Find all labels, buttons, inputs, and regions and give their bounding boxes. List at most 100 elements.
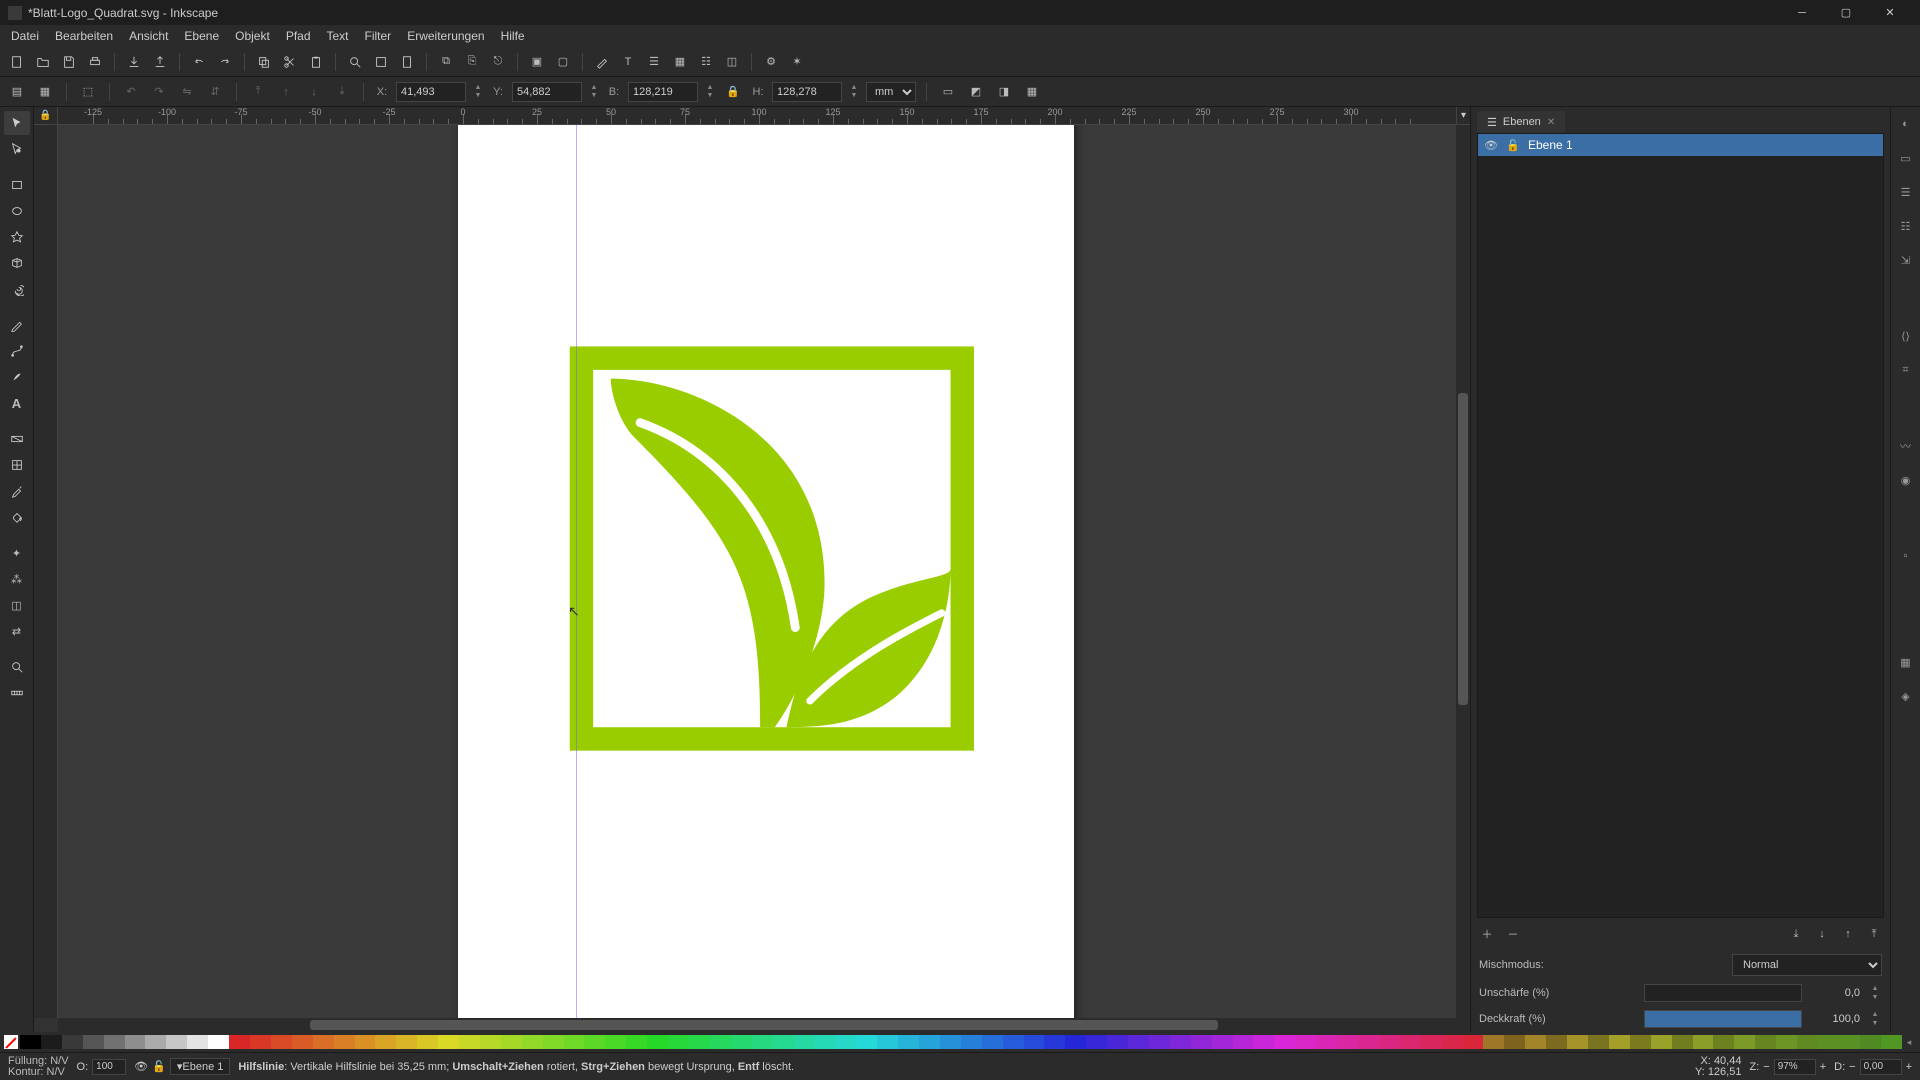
color-swatch[interactable] [417,1035,438,1049]
layer-up-button[interactable]: ↑ [1838,924,1858,944]
color-swatch[interactable] [1860,1035,1881,1049]
h-scroll-thumb[interactable] [310,1020,1219,1030]
guide-lock-icon[interactable]: 🔒 [39,110,51,121]
horizontal-scrollbar[interactable] [58,1018,1456,1032]
layer-bottom-button[interactable]: ⤓ [1786,924,1806,944]
opacity-slider[interactable] [1644,1010,1803,1028]
y-spinner[interactable]: ▲▼ [588,84,600,100]
rotate-ccw-icon[interactable]: ↶ [120,81,142,103]
color-swatch[interactable] [1839,1035,1860,1049]
color-swatch[interactable] [480,1035,501,1049]
maximize-button[interactable]: ▢ [1824,0,1868,25]
menu-layer[interactable]: Ebene [177,27,226,45]
save-button[interactable] [58,51,80,73]
menu-object[interactable]: Objekt [228,27,277,45]
remove-layer-button[interactable]: － [1503,924,1523,944]
add-layer-button[interactable]: ＋ [1477,924,1497,944]
fill-stroke-button[interactable] [591,51,613,73]
color-swatch[interactable] [731,1035,752,1049]
lower-icon[interactable]: ↓ [303,81,325,103]
opacity-ind-input[interactable] [92,1059,126,1075]
vertical-ruler[interactable] [34,125,58,1018]
color-swatch[interactable] [41,1035,62,1049]
color-swatch[interactable] [773,1035,794,1049]
toggle-selection-icon[interactable]: ⬚ [77,81,99,103]
color-swatch[interactable] [1442,1035,1463,1049]
color-swatch[interactable] [1003,1035,1024,1049]
dock-fill-stroke-icon[interactable]: ◐ [1895,113,1917,135]
dock-xml-icon[interactable]: ⟨⟩ [1895,325,1917,347]
color-swatch[interactable] [334,1035,355,1049]
3dbox-tool[interactable] [4,251,30,275]
ruler-options-icon[interactable]: ▾ [1456,107,1470,125]
menu-path[interactable]: Pfad [279,27,318,45]
dock-selectors-icon[interactable]: ⌗ [1895,359,1917,381]
flip-h-icon[interactable]: ⇋ [176,81,198,103]
color-swatch[interactable] [166,1035,187,1049]
zoom-page-button[interactable] [396,51,418,73]
spray-tool[interactable]: ⁂ [4,567,30,591]
color-swatch[interactable] [501,1035,522,1049]
zoom-input[interactable] [1774,1059,1816,1075]
color-swatch[interactable] [647,1035,668,1049]
menu-help[interactable]: Hilfe [494,27,532,45]
select-all-layers-icon[interactable]: ▤ [6,81,28,103]
open-button[interactable] [32,51,54,73]
color-swatch[interactable] [1546,1035,1567,1049]
color-swatch[interactable] [543,1035,564,1049]
layer-down-button[interactable]: ↓ [1812,924,1832,944]
color-swatch[interactable] [145,1035,166,1049]
horizontal-ruler[interactable]: -125-100-75-50-2502550751001251501752002… [58,107,1456,125]
layers-button[interactable]: ☰ [643,51,665,73]
color-swatch[interactable] [668,1035,689,1049]
menu-filters[interactable]: Filter [358,27,399,45]
h-spinner[interactable]: ▲▼ [848,84,860,100]
affect-corners-icon[interactable]: ◩ [965,81,987,103]
color-swatch[interactable] [1400,1035,1421,1049]
layer-top-button[interactable]: ⤒ [1864,924,1884,944]
close-tab-icon[interactable]: ✕ [1547,117,1555,128]
affect-stroke-icon[interactable]: ▭ [937,81,959,103]
color-swatch[interactable] [1567,1035,1588,1049]
color-swatch[interactable] [1233,1035,1254,1049]
affect-gradient-icon[interactable]: ◨ [993,81,1015,103]
color-swatch[interactable] [1065,1035,1086,1049]
layer-lock-status-icon[interactable]: 🔓 [152,1060,166,1073]
rotate-minus-icon[interactable]: − [1849,1061,1855,1073]
ellipse-tool[interactable] [4,199,30,223]
color-swatch[interactable] [83,1035,104,1049]
spiral-tool[interactable] [4,277,30,301]
color-swatch[interactable] [292,1035,313,1049]
color-swatch[interactable] [794,1035,815,1049]
color-swatch[interactable] [1630,1035,1651,1049]
rect-tool[interactable] [4,173,30,197]
color-swatch[interactable] [1379,1035,1400,1049]
cut-button[interactable] [279,51,301,73]
color-swatch[interactable] [710,1035,731,1049]
unit-select[interactable]: mm [866,82,916,102]
color-swatch[interactable] [313,1035,334,1049]
select-all-icon[interactable]: ▦ [34,81,56,103]
h-input[interactable] [772,82,842,102]
color-swatch[interactable] [1713,1035,1734,1049]
xml-button[interactable]: ▦ [669,51,691,73]
color-swatch[interactable] [1024,1035,1045,1049]
color-swatch[interactable] [1316,1035,1337,1049]
current-layer-label[interactable]: ▾Ebene 1 [170,1058,231,1075]
layer-visibility-icon[interactable]: 👁 [1484,139,1498,152]
y-input[interactable] [512,82,582,102]
menu-edit[interactable]: Bearbeiten [48,27,120,45]
color-swatch[interactable] [584,1035,605,1049]
color-swatch[interactable] [1463,1035,1484,1049]
leaf-left[interactable] [611,379,825,728]
rotation-input[interactable] [1860,1059,1902,1075]
bezier-tool[interactable] [4,339,30,363]
color-swatch[interactable] [522,1035,543,1049]
color-swatch[interactable] [375,1035,396,1049]
color-swatch[interactable] [355,1035,376,1049]
mesh-tool[interactable] [4,453,30,477]
menu-extensions[interactable]: Erweiterungen [400,27,491,45]
no-color-swatch[interactable] [4,1035,18,1049]
color-swatch[interactable] [605,1035,626,1049]
color-swatch[interactable] [250,1035,271,1049]
